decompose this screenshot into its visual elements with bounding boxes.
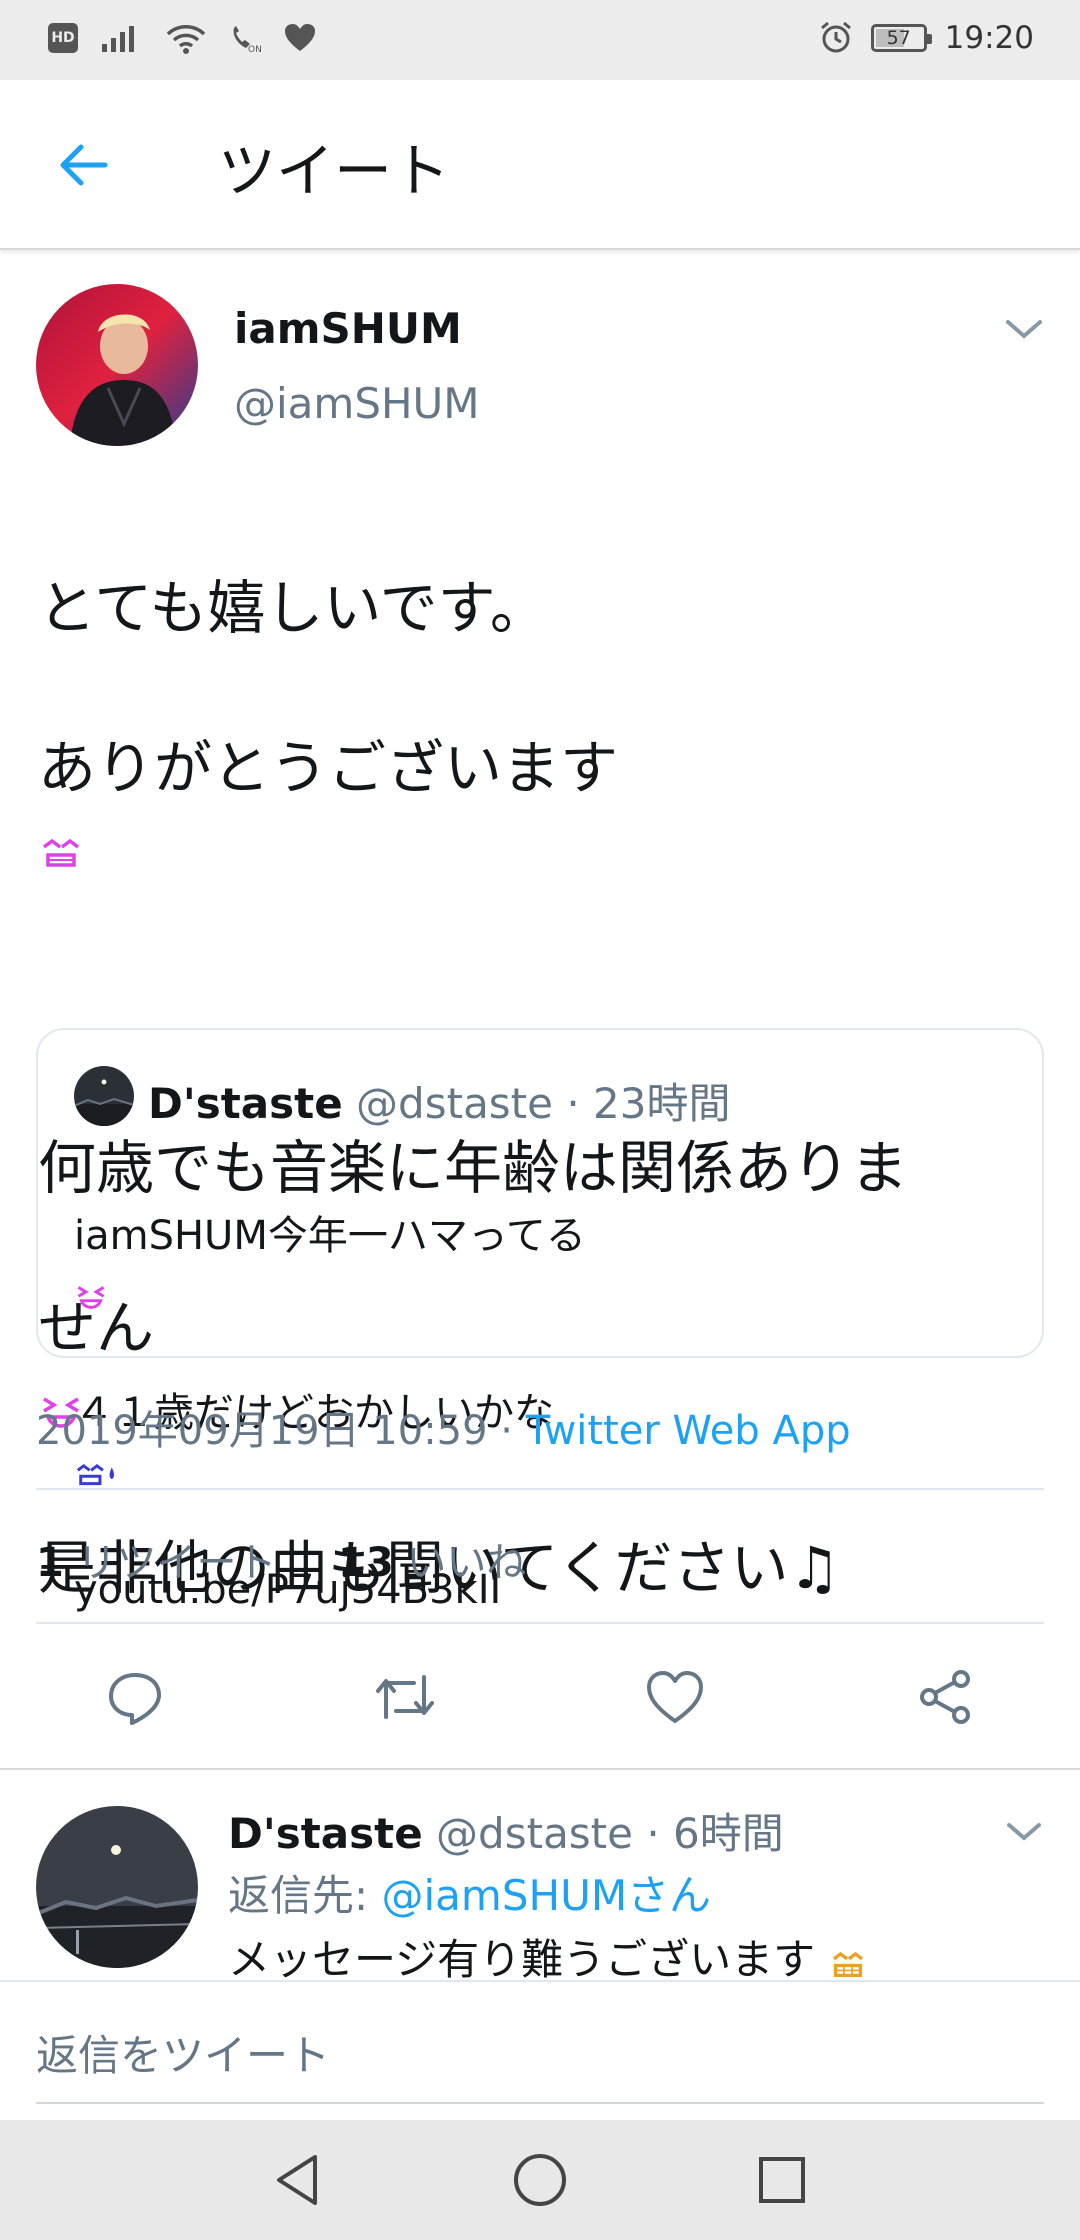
timestamp-text: 2019年09月19日 10:59	[36, 1408, 488, 1454]
reply-text: メッセージ有り難うございます	[228, 1926, 867, 1980]
battery-icon: 57	[870, 24, 932, 52]
quoted-avatar	[74, 1066, 134, 1126]
heart-outline-icon	[647, 1671, 703, 1723]
quoted-name: D'staste	[148, 1079, 343, 1128]
hd-label: HD	[51, 30, 75, 46]
retweet-label: リツイート	[63, 1540, 277, 1586]
alarm-icon	[820, 21, 851, 53]
like-count: 13	[338, 1540, 394, 1586]
tweet-timestamp: 2019年09月19日 10:59 · Twitter Web App	[36, 1398, 851, 1456]
tweet-text-line: ありがとうございます	[38, 734, 619, 802]
author-handle[interactable]: @iamSHUM	[234, 379, 480, 428]
tweet-stats: 1 リツイート 13 いいね	[36, 1530, 526, 1588]
retweet-icon	[376, 1675, 434, 1719]
reply-name: D'staste	[228, 1809, 423, 1858]
chevron-down-icon[interactable]	[1004, 1818, 1044, 1846]
divider	[36, 1622, 1044, 1624]
share-button[interactable]	[910, 1662, 980, 1732]
reply-composer[interactable]: 返信をツイート	[0, 1980, 1080, 2120]
reply-icon	[109, 1673, 161, 1725]
author-name[interactable]: iamSHUM	[234, 304, 462, 353]
heart-icon	[285, 24, 315, 51]
reply-handle-time: @dstaste · 6時間	[422, 1809, 784, 1858]
clock: 19:20	[944, 20, 1034, 56]
nav-back-button[interactable]	[268, 2150, 328, 2210]
divider	[36, 1488, 1044, 1490]
tweet-author: iamSHUM @iamSHUM	[36, 284, 1046, 454]
signal-icon	[102, 26, 134, 52]
like-stat[interactable]: 13 いいね	[338, 1540, 526, 1586]
reply-to: 返信先: @iamSHUMさん	[228, 1862, 711, 1923]
back-button[interactable]	[50, 132, 116, 198]
nav-recents-button[interactable]	[752, 2150, 812, 2210]
tweet-text-line: とても嬉しいです。	[38, 574, 548, 642]
battery-level: 57	[886, 27, 911, 49]
input-underline	[36, 2102, 1044, 2104]
svg-text:ON: ON	[248, 45, 262, 54]
hd-icon: HD	[48, 23, 78, 53]
sweat-smile-emoji-icon	[76, 1464, 114, 1486]
chevron-down-icon[interactable]	[1002, 314, 1046, 344]
reply-button[interactable]	[100, 1662, 170, 1732]
quoted-tweet[interactable]: D'staste @dstaste · 23時間 iamSHUM今年一ハマってる…	[36, 1028, 1044, 1613]
like-button[interactable]	[640, 1662, 710, 1732]
nav-home-button[interactable]	[510, 2150, 570, 2210]
squinting-emoji-icon	[77, 1286, 105, 1309]
arrow-left-icon	[60, 144, 108, 186]
app-bar: ツイート	[0, 80, 1080, 250]
author-avatar[interactable]	[36, 284, 198, 446]
retweet-stat[interactable]: 1 リツイート	[36, 1540, 277, 1586]
reply-tweet[interactable]: D'staste @dstaste · 6時間 返信先: @iamSHUMさん …	[0, 1770, 1080, 1980]
volte-icon: ON	[233, 26, 262, 54]
retweet-count: 1	[36, 1540, 64, 1586]
quoted-handle-time: @dstaste · 23時間	[342, 1079, 731, 1128]
circle-home-icon	[514, 2154, 566, 2206]
triangle-back-icon	[277, 2155, 317, 2205]
reply-text-line: メッセージ有り難うございます	[228, 1935, 816, 1980]
square-recents-icon	[759, 2157, 805, 2203]
retweet-button[interactable]	[370, 1662, 440, 1732]
smiling-emoji-icon	[42, 838, 80, 867]
status-bar: HD ON 57 19:20	[0, 0, 1080, 80]
wifi-icon	[166, 25, 206, 54]
reply-input[interactable]: 返信をツイート	[36, 2022, 330, 2083]
action-bar	[0, 1662, 1080, 1732]
reply-avatar[interactable]	[36, 1806, 198, 1968]
reply-to-mention[interactable]: @iamSHUMさん	[382, 1871, 712, 1920]
page-title: ツイート	[218, 137, 451, 205]
timestamp-separator: ·	[487, 1408, 526, 1454]
source-app-link[interactable]: Twitter Web App	[526, 1408, 851, 1454]
like-label: いいね	[393, 1540, 527, 1586]
grinning-emoji-icon	[832, 1951, 863, 1977]
reply-to-prefix: 返信先:	[228, 1871, 382, 1920]
quoted-text-line: iamSHUM今年一ハマってる	[74, 1213, 586, 1259]
system-nav-bar	[0, 2120, 1080, 2240]
share-icon	[920, 1670, 970, 1724]
